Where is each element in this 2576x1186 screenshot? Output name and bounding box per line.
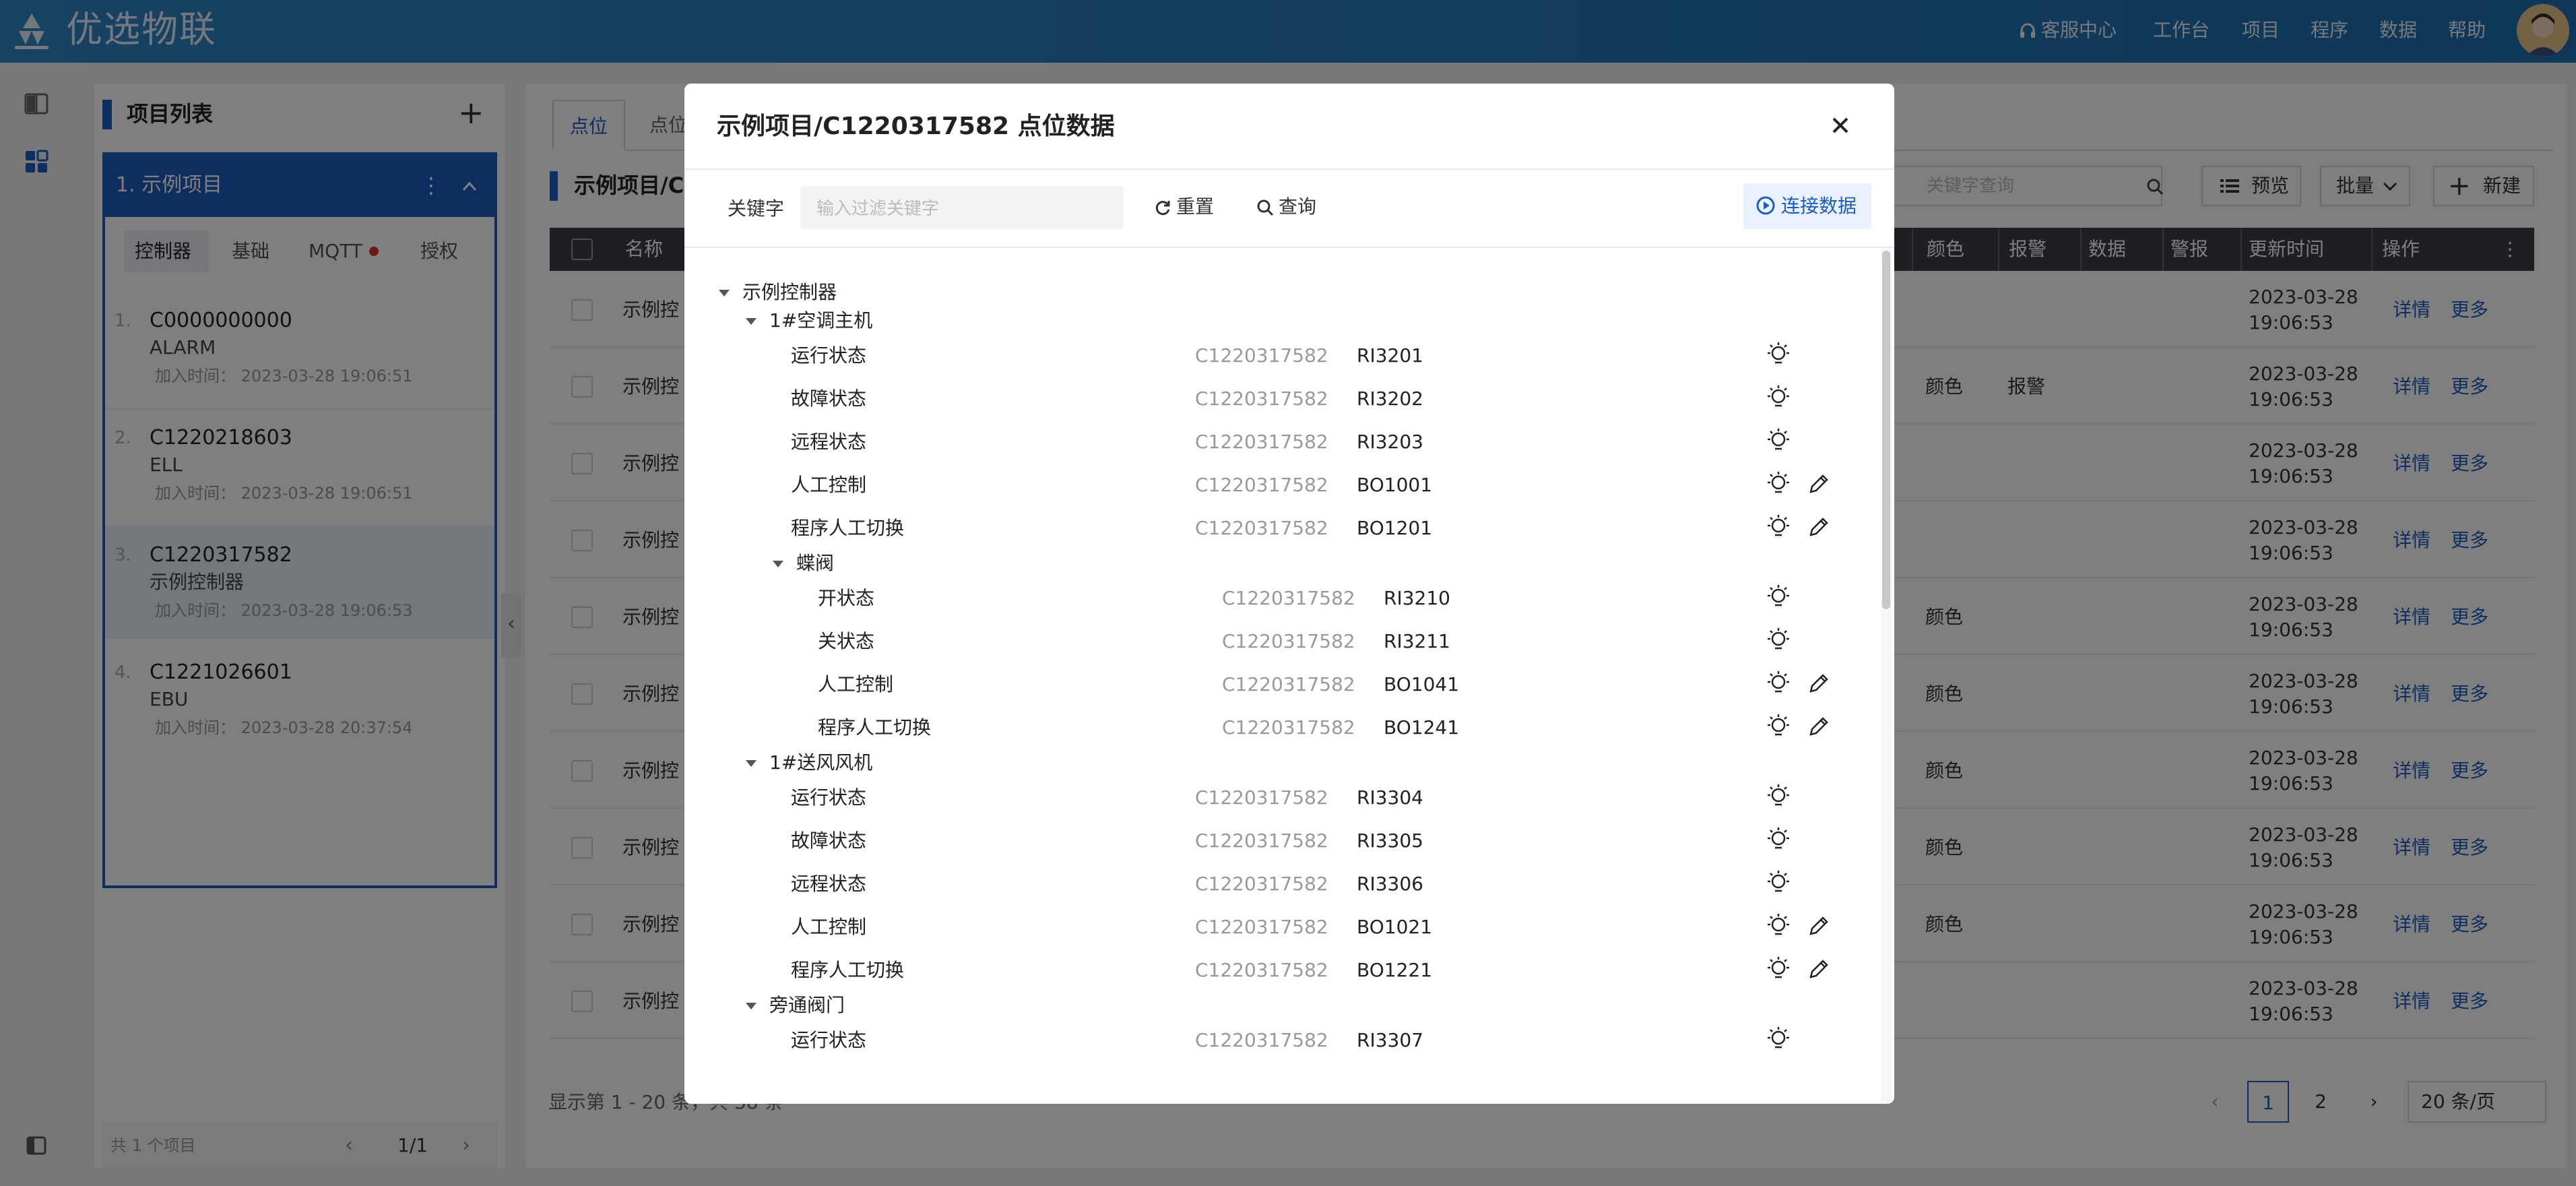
tree-leaf-controller-id: C1220317582 [1222,587,1355,609]
tree-leaf-controller-id: C1220317582 [1195,344,1328,367]
tree-leaf-label[interactable]: 人工控制 [791,472,866,499]
tree-leaf-controller-id: C1220317582 [1195,431,1328,453]
tree-leaf-label[interactable]: 故障状态 [791,385,866,412]
divider [684,247,1894,248]
lightbulb-icon[interactable] [1765,912,1792,939]
play-circle-icon [1756,196,1775,215]
pencil-icon[interactable] [1807,914,1831,938]
tree-leaf-label[interactable]: 人工控制 [818,671,893,698]
pencil-icon[interactable] [1807,671,1831,695]
tree-leaf-code: RI3305 [1357,830,1423,852]
lightbulb-icon[interactable] [1765,513,1792,540]
tree-node-group[interactable]: 旁通阀门 [769,992,845,1019]
tree-node-group[interactable]: 1#送风风机 [769,749,872,776]
tree-leaf-code: RI3306 [1357,873,1423,895]
keyword-label: 关键字 [728,197,785,220]
pencil-icon[interactable] [1807,957,1831,981]
scrollbar-thumb[interactable] [1882,251,1890,609]
pencil-icon[interactable] [1807,472,1831,496]
caret-down-icon[interactable] [744,999,759,1013]
lightbulb-icon[interactable] [1765,384,1792,411]
caret-down-icon[interactable] [771,557,785,571]
tree-leaf-controller-id: C1220317582 [1195,830,1328,852]
lightbulb-icon[interactable] [1765,713,1792,740]
caret-down-icon[interactable] [744,756,759,771]
lightbulb-icon[interactable] [1765,470,1792,497]
tree-leaf-label[interactable]: 故障状态 [791,828,866,854]
lightbulb-icon[interactable] [1765,341,1792,368]
tree-node-root[interactable]: 示例控制器 [742,279,837,306]
tree-leaf-code: RI3202 [1357,387,1423,410]
tree-leaf-label[interactable]: 远程状态 [791,871,866,898]
tree-leaf-code: RI3201 [1357,344,1423,367]
modal-title: 示例项目/C1220317582 点位数据 [717,113,1115,140]
tree-leaf-controller-id: C1220317582 [1195,786,1328,809]
tree-leaf-code: RI3203 [1357,431,1423,453]
lightbulb-icon[interactable] [1765,869,1792,896]
tree-leaf-label[interactable]: 程序人工切换 [818,714,931,741]
tree-leaf-code: BO1201 [1357,517,1433,539]
tree-leaf-code: BO1021 [1357,916,1433,938]
tree-leaf-controller-id: C1220317582 [1222,673,1355,695]
refresh-icon [1155,201,1170,216]
tree-node-group[interactable]: 蝶阀 [796,550,834,577]
tree-leaf-controller-id: C1220317582 [1222,630,1355,652]
lightbulb-icon[interactable] [1765,584,1792,611]
search-icon [1257,199,1274,216]
tree-leaf-code: RI3211 [1384,630,1450,652]
tree-leaf-controller-id: C1220317582 [1195,873,1328,895]
caret-down-icon[interactable] [717,286,732,301]
keyword-placeholder: 输入过滤关键字 [816,199,940,219]
tree-leaf-code: RI3210 [1384,587,1450,609]
tree-node-group[interactable]: 1#空调主机 [769,307,872,334]
pencil-icon[interactable] [1807,714,1831,739]
lightbulb-icon[interactable] [1765,1026,1792,1053]
lightbulb-icon[interactable] [1765,956,1792,982]
tree-leaf-code: BO1001 [1357,474,1433,496]
pencil-icon[interactable] [1807,515,1831,539]
lightbulb-icon[interactable] [1765,826,1792,853]
tree-leaf-label[interactable]: 运行状态 [791,1027,866,1054]
tree-leaf-label[interactable]: 程序人工切换 [791,515,904,542]
tree-leaf-code: BO1221 [1357,959,1433,981]
tree-leaf-label[interactable]: 运行状态 [791,342,866,369]
divider [684,168,1894,170]
tree-leaf-label[interactable]: 开状态 [818,585,874,612]
caret-down-icon[interactable] [744,314,759,329]
tree-leaf-label[interactable]: 关状态 [818,628,874,655]
tree-leaf-code: BO1241 [1384,716,1460,739]
lightbulb-icon[interactable] [1765,427,1792,454]
close-icon[interactable] [1827,112,1854,139]
tree-leaf-controller-id: C1220317582 [1195,474,1328,496]
tree-leaf-controller-id: C1220317582 [1195,916,1328,938]
tree-leaf-label[interactable]: 人工控制 [791,914,866,941]
tree-leaf-label[interactable]: 远程状态 [791,429,866,456]
tree-leaf-label[interactable]: 运行状态 [791,784,866,811]
tree-leaf-controller-id: C1220317582 [1195,387,1328,410]
lightbulb-icon[interactable] [1765,783,1792,810]
lightbulb-icon[interactable] [1765,627,1792,654]
tree-leaf-controller-id: C1220317582 [1222,716,1355,739]
tree-leaf-controller-id: C1220317582 [1195,959,1328,981]
tree-leaf-controller-id: C1220317582 [1195,1029,1328,1051]
tree-leaf-label[interactable]: 程序人工切换 [791,957,904,984]
lightbulb-icon[interactable] [1765,670,1792,697]
tree-leaf-code: BO1041 [1384,673,1460,695]
tree-leaf-code: RI3307 [1357,1029,1423,1051]
tree-leaf-code: RI3304 [1357,786,1423,809]
tree-leaf-controller-id: C1220317582 [1195,517,1328,539]
